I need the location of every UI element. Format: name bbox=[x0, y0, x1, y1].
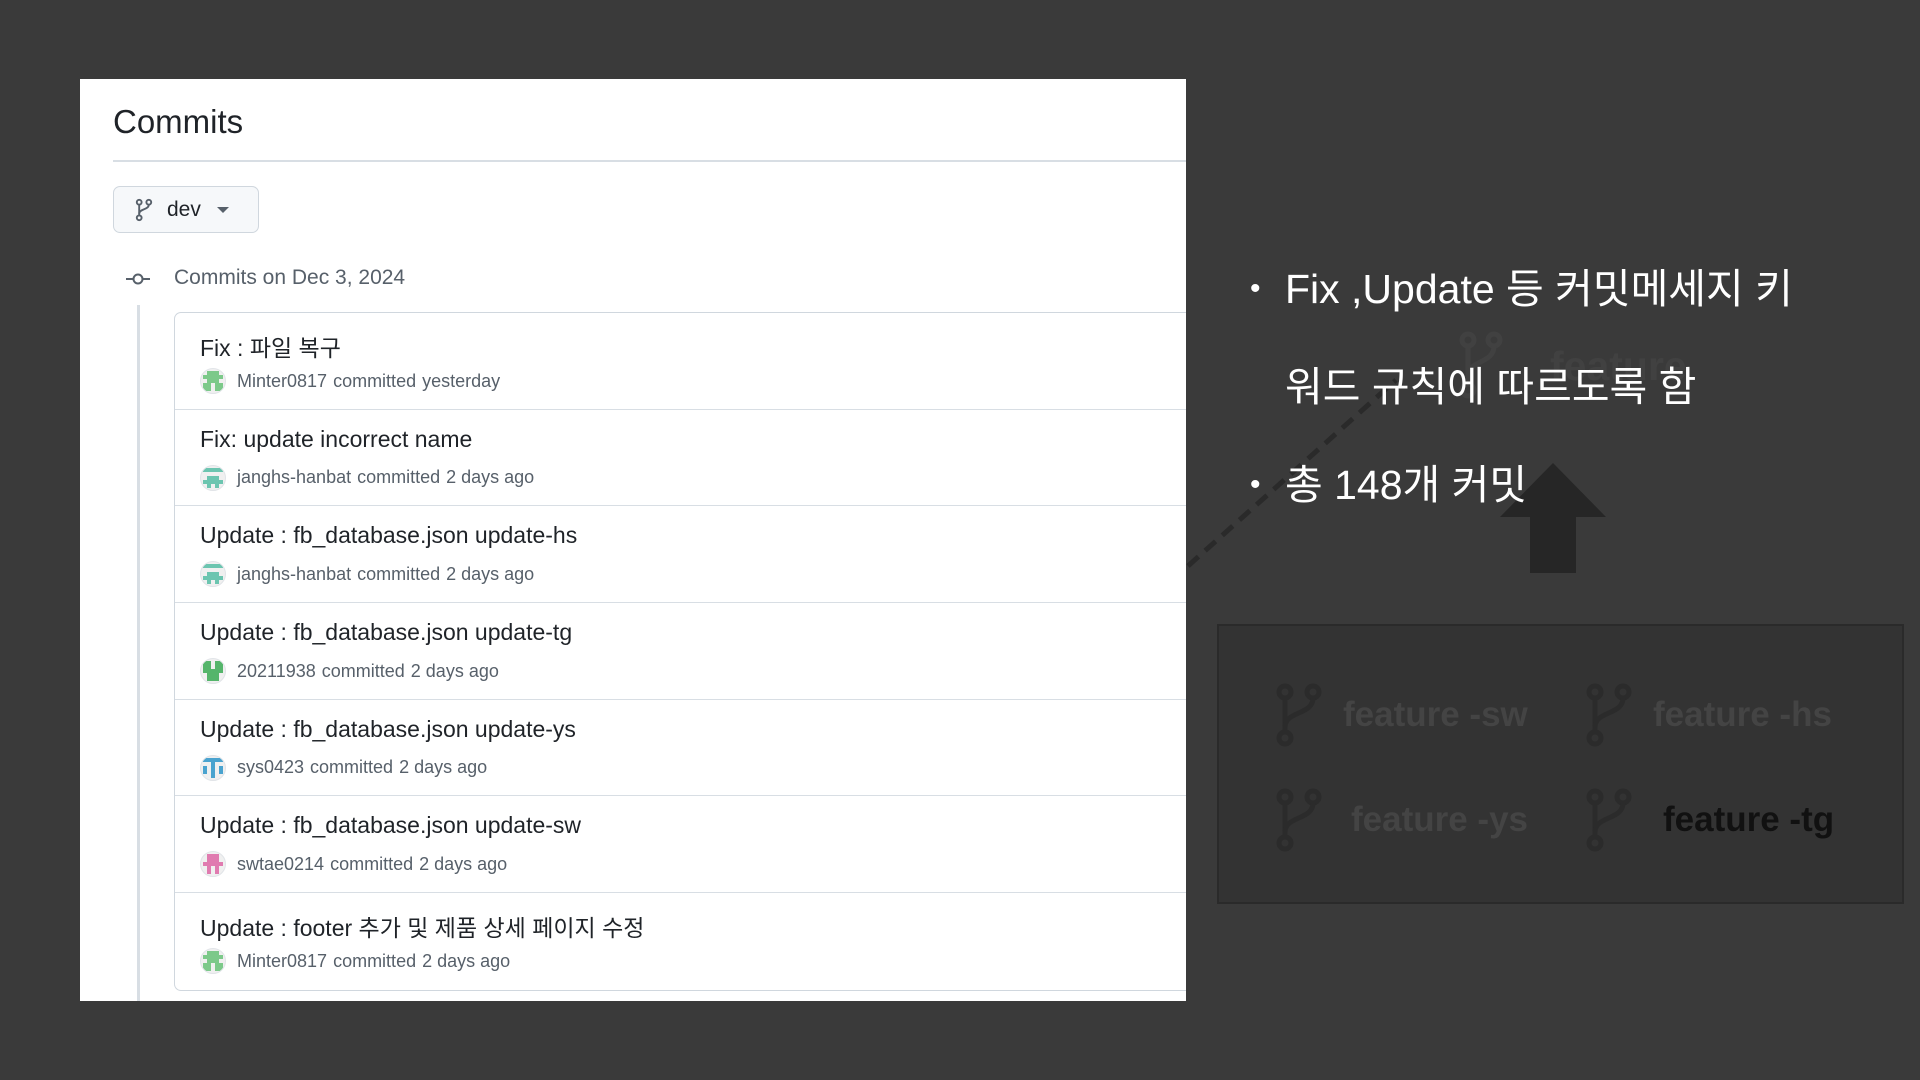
commit-message[interactable]: Fix : 파일 복구 bbox=[200, 329, 341, 363]
git-commit-icon bbox=[126, 273, 150, 285]
commit-time: 2 days ago bbox=[399, 757, 488, 778]
commit-author[interactable]: 20211938 bbox=[237, 661, 316, 682]
git-branch-icon bbox=[1276, 683, 1322, 747]
branch-feature-sw[interactable]: feature -sw bbox=[1275, 683, 1528, 747]
commit-row[interactable]: Update : fb_database.json update-tg 2021… bbox=[175, 603, 1186, 700]
identicon-icon bbox=[203, 854, 223, 875]
commit-author[interactable]: janghs-hanbat bbox=[237, 564, 351, 585]
commit-action: committed bbox=[333, 950, 417, 971]
branch-label: feature -tg bbox=[1663, 800, 1835, 839]
identicon-icon bbox=[203, 564, 223, 585]
commit-author[interactable]: janghs-hanbat bbox=[237, 467, 351, 488]
avatar[interactable] bbox=[200, 561, 226, 588]
commit-action: committed bbox=[321, 660, 405, 681]
commit-meta: 20211938 committed 2 days ago bbox=[200, 658, 499, 685]
commit-time: 2 days ago bbox=[446, 563, 535, 584]
commit-author[interactable]: Minter0817 bbox=[237, 951, 327, 972]
branch-feature-ys[interactable]: feature -ys bbox=[1275, 788, 1528, 852]
commit-author[interactable]: Minter0817 bbox=[237, 371, 327, 392]
branch-feature-hs[interactable]: feature -hs bbox=[1585, 683, 1832, 747]
branch-label: feature -ys bbox=[1351, 800, 1529, 839]
commit-group-heading: Commits on Dec 3, 2024 bbox=[174, 266, 406, 289]
bullet-item: Fix ,Update 등 커밋메세지 키 워드 규칙에 따르도록 함 bbox=[1250, 240, 1870, 436]
commit-message[interactable]: Update : fb_database.json update-ys bbox=[200, 716, 576, 743]
bullet-line: 워드 규칙에 따르도록 함 bbox=[1285, 364, 1697, 410]
branch-label: feature -sw bbox=[1343, 695, 1528, 734]
commit-time: yesterday bbox=[422, 370, 501, 391]
commit-message[interactable]: Update : fb_database.json update-tg bbox=[200, 619, 572, 646]
timeline-line bbox=[137, 305, 140, 1001]
commit-row[interactable]: Update : footer 추가 및 제품 상세 페이지 수정 Minter… bbox=[175, 893, 1186, 990]
git-branch-icon bbox=[1276, 788, 1322, 852]
commit-action: committed bbox=[310, 757, 394, 778]
commit-action: committed bbox=[330, 853, 414, 874]
identicon-icon bbox=[203, 661, 223, 682]
bullet-line: Fix ,Update 등 커밋메세지 키 bbox=[1285, 266, 1793, 312]
feature-branches-box: feature -sw feature -hs feature -ys feat… bbox=[1217, 624, 1904, 904]
identicon-icon bbox=[203, 371, 223, 391]
avatar[interactable] bbox=[200, 658, 226, 685]
commit-row[interactable]: Update : fb_database.json update-hs jang… bbox=[175, 506, 1186, 604]
commit-row[interactable]: Update : fb_database.json update-ys sys0… bbox=[175, 700, 1186, 797]
commit-meta: Minter0817 committed 2 days ago bbox=[200, 948, 511, 975]
github-commits-panel: Commits dev Commits on Dec 3, 2024 Fix :… bbox=[80, 79, 1186, 1001]
commit-row[interactable]: Update : fb_database.json update-sw swta… bbox=[175, 796, 1186, 894]
bullet-list: Fix ,Update 등 커밋메세지 키 워드 규칙에 따르도록 함 총 14… bbox=[1250, 240, 1870, 534]
commit-time: 2 days ago bbox=[446, 467, 535, 488]
bullet-line: 총 148개 커밋 bbox=[1285, 462, 1528, 508]
commit-message[interactable]: Update : fb_database.json update-hs bbox=[200, 522, 577, 549]
commit-row[interactable]: Fix : 파일 복구 Minter0817 committed yesterd… bbox=[175, 313, 1186, 410]
commit-meta: janghs-hanbat committed 2 days ago bbox=[200, 561, 535, 588]
title-divider bbox=[113, 160, 1186, 162]
avatar[interactable] bbox=[200, 464, 226, 491]
commit-time: 2 days ago bbox=[410, 660, 499, 681]
commit-time: 2 days ago bbox=[419, 853, 508, 874]
page-title: Commits bbox=[113, 103, 244, 140]
avatar[interactable] bbox=[200, 368, 226, 394]
commit-list: Fix : 파일 복구 Minter0817 committed yesterd… bbox=[174, 312, 1186, 991]
commit-row[interactable]: Fix: update incorrect name janghs-hanbat… bbox=[175, 410, 1186, 507]
branch-selector-label: dev bbox=[167, 197, 201, 221]
commit-action: committed bbox=[333, 370, 417, 391]
commit-message[interactable]: Fix: update incorrect name bbox=[200, 426, 472, 453]
identicon-icon bbox=[203, 951, 223, 972]
branch-label: feature -hs bbox=[1653, 695, 1832, 734]
commit-message[interactable]: Update : fb_database.json update-sw bbox=[200, 812, 581, 839]
branch-feature-tg[interactable]: feature -tg bbox=[1585, 788, 1834, 852]
commit-author[interactable]: sys0423 bbox=[237, 757, 304, 778]
git-branch-icon bbox=[1586, 788, 1632, 852]
commit-action: committed bbox=[357, 563, 441, 584]
commit-meta: janghs-hanbat committed 2 days ago bbox=[200, 464, 535, 491]
commit-time: 2 days ago bbox=[422, 950, 511, 971]
avatar[interactable] bbox=[200, 851, 226, 878]
git-branch-icon bbox=[135, 198, 153, 221]
commit-message[interactable]: Update : footer 추가 및 제품 상세 페이지 수정 bbox=[200, 909, 644, 943]
identicon-icon bbox=[203, 757, 223, 778]
commit-author[interactable]: swtae0214 bbox=[237, 854, 324, 875]
bullet-item: 총 148개 커밋 bbox=[1250, 436, 1870, 534]
commit-meta: swtae0214 committed 2 days ago bbox=[200, 851, 508, 878]
avatar[interactable] bbox=[200, 948, 226, 975]
git-branch-icon bbox=[1586, 683, 1632, 747]
avatar[interactable] bbox=[200, 754, 226, 781]
chevron-down-icon bbox=[216, 206, 229, 213]
commit-meta: Minter0817 committed yesterday bbox=[200, 368, 500, 394]
commit-action: committed bbox=[357, 467, 441, 488]
identicon-icon bbox=[203, 467, 223, 488]
commit-meta: sys0423 committed 2 days ago bbox=[200, 754, 488, 781]
branch-selector-button[interactable]: dev bbox=[113, 186, 259, 233]
